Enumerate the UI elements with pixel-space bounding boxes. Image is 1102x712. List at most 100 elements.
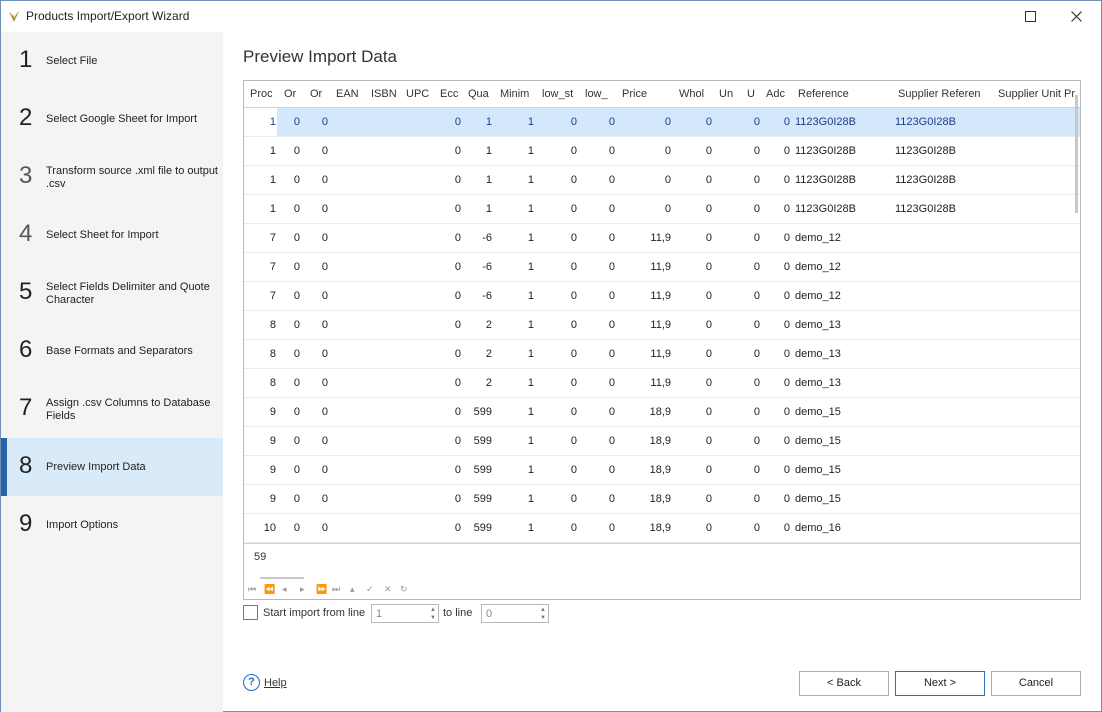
- table-cell: demo_15: [795, 406, 841, 418]
- page-title: Preview Import Data: [243, 47, 397, 66]
- table-cell: 18,9: [649, 435, 671, 447]
- to-line-label: to line: [443, 607, 473, 619]
- table-cell: 1: [485, 174, 492, 186]
- column-header[interactable]: Reference: [798, 88, 894, 100]
- column-header[interactable]: U: [747, 88, 763, 100]
- first-page-icon[interactable]: ⏮: [248, 584, 256, 595]
- table-row[interactable]: 7 0 0 0 -6 1 0 0 11,9 0 0 0 demo_12: [244, 253, 1080, 282]
- start-line-spinner[interactable]: 1 ▲ ▼: [371, 604, 439, 623]
- column-header[interactable]: low_: [585, 88, 615, 100]
- table-row[interactable]: 1 0 0 0 1 1 0 0 0 0 0 0 1123G0I28B 1123G0I28B: [244, 108, 1080, 137]
- table-cell: 599: [473, 493, 492, 505]
- step-preview-import-data[interactable]: 8 Preview Import Data: [1, 438, 223, 496]
- table-cell: -6: [482, 261, 492, 273]
- table-cell: 9: [269, 406, 276, 418]
- close-button[interactable]: [1053, 1, 1099, 32]
- table-cell: 0: [753, 261, 760, 273]
- start-import-checkbox[interactable]: [243, 605, 258, 620]
- table-row[interactable]: 1 0 0 0 1 1 0 0 0 0 0 0 1123G0I28B 1123G0I28B: [244, 195, 1080, 224]
- back-button[interactable]: < Back: [799, 671, 889, 696]
- table-row[interactable]: 9 0 0 0 599 1 0 0 18,9 0 0 0 demo_15: [244, 427, 1080, 456]
- spin-up-icon[interactable]: ▲: [430, 607, 436, 614]
- table-cell: 1: [269, 203, 276, 215]
- table-row[interactable]: 8 0 0 0 2 1 0 0 11,9 0 0 0 demo_13: [244, 369, 1080, 398]
- table-cell: 0: [293, 348, 300, 360]
- step-select-sheet[interactable]: 4 Select Sheet for Import: [1, 206, 223, 264]
- start-line-value: 1: [376, 608, 383, 620]
- column-header[interactable]: Qua: [468, 88, 494, 100]
- step-transform-xml[interactable]: 3 Transform source .xml file to output .…: [1, 148, 223, 206]
- table-cell: 1: [527, 493, 534, 505]
- next-record-icon[interactable]: ▸: [300, 584, 305, 595]
- step-import-options[interactable]: 9 Import Options: [1, 496, 223, 554]
- table-cell: 0: [783, 464, 790, 476]
- table-cell: 1: [527, 348, 534, 360]
- column-header[interactable]: Whol: [679, 88, 711, 100]
- table-row[interactable]: 9 0 0 0 599 1 0 0 18,9 0 0 0 demo_15: [244, 485, 1080, 514]
- table-row[interactable]: 9 0 0 0 599 1 0 0 18,9 0 0 0 demo_15: [244, 456, 1080, 485]
- table-cell: 0: [608, 261, 615, 273]
- step-number: 5: [19, 278, 33, 305]
- table-row[interactable]: 7 0 0 0 -6 1 0 0 11,9 0 0 0 demo_12: [244, 224, 1080, 253]
- table-cell: 1: [527, 406, 534, 418]
- table-cell: demo_15: [795, 493, 841, 505]
- step-base-formats[interactable]: 6 Base Formats and Separators: [1, 322, 223, 380]
- line-range-options: Start import from line 1 ▲ ▼ to line 0 ▲…: [243, 604, 643, 624]
- column-header[interactable]: EAN: [336, 88, 368, 100]
- column-header[interactable]: Price: [622, 88, 662, 100]
- preview-data-grid[interactable]: Proc Or Or EAN ISBN UPC Ecc Qua Minim low_st low_ P…: [243, 80, 1081, 600]
- to-line-spinner[interactable]: 0 ▲ ▼: [481, 604, 549, 623]
- table-cell: 18,9: [649, 522, 671, 534]
- column-header[interactable]: Supplier Referen: [898, 88, 994, 100]
- cancel-edit-icon[interactable]: ✕: [384, 584, 392, 595]
- table-row[interactable]: 1 0 0 0 1 1 0 0 0 0 0 0 1123G0I28B 1123G0I28B: [244, 166, 1080, 195]
- table-row[interactable]: 9 0 0 0 599 1 0 0 18,9 0 0 0 demo_15: [244, 398, 1080, 427]
- column-header[interactable]: Or: [284, 88, 306, 100]
- table-row[interactable]: 8 0 0 0 2 1 0 0 11,9 0 0 0 demo_13: [244, 311, 1080, 340]
- vertical-scrollbar-thumb[interactable]: [1075, 95, 1078, 213]
- spin-down-icon[interactable]: ▼: [540, 615, 546, 622]
- next-button[interactable]: Next >: [895, 671, 985, 696]
- column-header[interactable]: ISBN: [371, 88, 403, 100]
- column-header[interactable]: Adc: [766, 88, 788, 100]
- step-assign-columns[interactable]: 7 Assign .csv Columns to Database Fields: [1, 380, 223, 438]
- horizontal-scrollbar-thumb[interactable]: [260, 577, 304, 579]
- maximize-button[interactable]: [1007, 1, 1053, 32]
- table-row[interactable]: 8 0 0 0 2 1 0 0 11,9 0 0 0 demo_13: [244, 340, 1080, 369]
- table-cell: 0: [753, 145, 760, 157]
- spin-down-icon[interactable]: ▼: [430, 615, 436, 622]
- prev-record-icon[interactable]: ◂: [282, 584, 287, 595]
- table-row[interactable]: 10 0 0 0 599 1 0 0 18,9 0 0 0 demo_16: [244, 514, 1080, 543]
- table-row[interactable]: 1 0 0 0 1 1 0 0 0 0 0 0 1123G0I28B 1123G0I28B: [244, 137, 1080, 166]
- column-header[interactable]: low_st: [542, 88, 580, 100]
- table-cell: 0: [705, 203, 712, 215]
- table-cell: 2: [485, 348, 492, 360]
- column-header[interactable]: Un: [719, 88, 741, 100]
- table-row[interactable]: 7 0 0 0 -6 1 0 0 11,9 0 0 0 demo_12: [244, 282, 1080, 311]
- column-header[interactable]: Proc: [250, 88, 272, 100]
- table-cell: 18,9: [649, 493, 671, 505]
- grid-navigator: ⏮ ⏪ ◂ ▸ ⏩ ⏭ ▴ ✓ ✕ ↻: [244, 583, 1080, 599]
- cancel-button[interactable]: Cancel: [991, 671, 1081, 696]
- step-select-file[interactable]: 1 Select File: [1, 32, 223, 90]
- step-number: 6: [19, 336, 33, 363]
- column-header[interactable]: Minim: [500, 88, 536, 100]
- next-page-icon[interactable]: ⏩: [316, 584, 327, 595]
- step-select-google-sheet[interactable]: 2 Select Google Sheet for Import: [1, 90, 223, 148]
- column-header[interactable]: Ecc: [440, 88, 462, 100]
- table-cell: 0: [783, 348, 790, 360]
- post-edit-icon[interactable]: ✓: [366, 584, 374, 595]
- table-cell: 0: [454, 493, 461, 505]
- table-cell: 0: [570, 522, 577, 534]
- column-header[interactable]: UPC: [406, 88, 436, 100]
- table-cell: 0: [783, 377, 790, 389]
- refresh-icon[interactable]: ↻: [400, 584, 408, 595]
- last-page-icon[interactable]: ⏭: [332, 584, 340, 595]
- insert-record-icon[interactable]: ▴: [350, 584, 355, 595]
- step-fields-delimiter[interactable]: 5 Select Fields Delimiter and Quote Char…: [1, 264, 223, 322]
- column-header[interactable]: Supplier Unit Pr: [998, 88, 1080, 100]
- spin-up-icon[interactable]: ▲: [540, 607, 546, 614]
- table-cell: 0: [454, 232, 461, 244]
- column-header[interactable]: Or: [310, 88, 332, 100]
- prev-page-icon[interactable]: ⏪: [264, 584, 275, 595]
